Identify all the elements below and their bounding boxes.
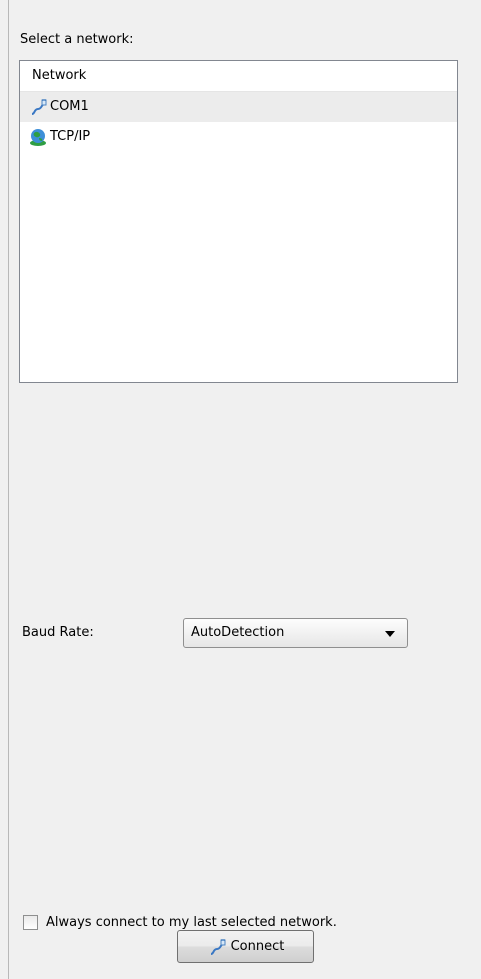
baud-rate-label: Baud Rate: xyxy=(22,625,94,640)
network-column-header[interactable]: Network xyxy=(20,61,457,92)
network-item-label: COM1 xyxy=(50,99,89,114)
network-item-label: TCP/IP xyxy=(50,129,91,144)
globe-network-icon xyxy=(28,127,48,147)
connect-button[interactable]: Connect xyxy=(177,930,314,963)
network-selection-panel: Select a network: Network COM1 TCP/IP Ba… xyxy=(8,0,481,979)
network-item-tcpip[interactable]: TCP/IP xyxy=(20,122,457,152)
connect-button-label: Connect xyxy=(230,939,285,954)
baud-rate-select[interactable]: AutoDetection xyxy=(183,618,408,648)
network-item-com1[interactable]: COM1 xyxy=(20,92,457,122)
baud-rate-value: AutoDetection xyxy=(191,625,285,640)
network-list[interactable]: Network COM1 TCP/IP xyxy=(19,60,458,383)
chevron-down-icon xyxy=(385,631,395,637)
remember-network-checkbox[interactable] xyxy=(23,915,38,930)
remember-network-label: Always connect to my last selected netwo… xyxy=(46,915,337,930)
serial-cable-icon xyxy=(28,97,48,117)
serial-cable-icon xyxy=(207,937,227,957)
remember-network-option[interactable]: Always connect to my last selected netwo… xyxy=(23,915,337,930)
select-network-label: Select a network: xyxy=(20,32,134,47)
